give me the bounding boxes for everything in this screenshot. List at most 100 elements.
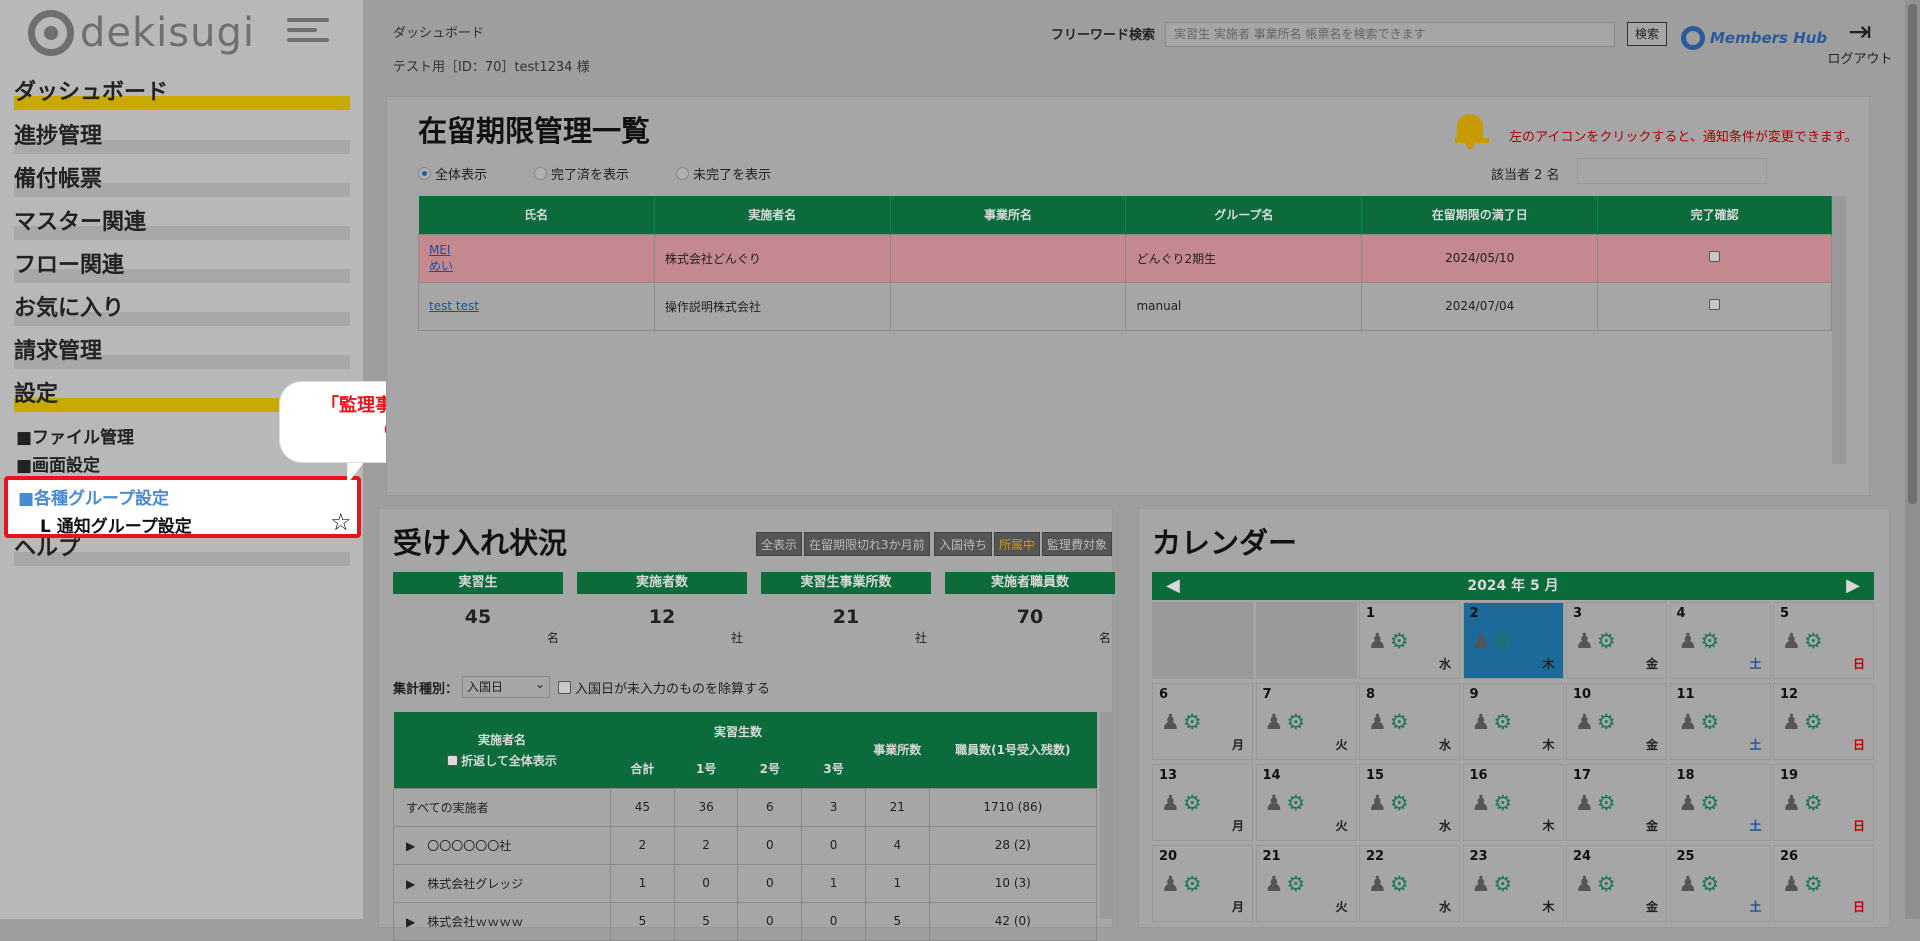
person-gear-icon[interactable]: ♟⚙ (1472, 872, 1516, 896)
person-gear-icon[interactable]: ♟⚙ (1265, 791, 1309, 815)
sub-group-settings[interactable]: ■各種グループ設定 (18, 484, 169, 509)
calendar-day[interactable]: 17 ♟⚙ 金 (1566, 764, 1667, 841)
trainee-link[interactable]: MEI (429, 243, 450, 257)
person-gear-icon[interactable]: ♟⚙ (1472, 791, 1516, 815)
nav-favorites[interactable]: お気に入り (14, 290, 350, 326)
calendar-day[interactable]: 13 ♟⚙ 月 (1152, 764, 1253, 841)
sub-file-management[interactable]: ■ファイル管理 (16, 423, 134, 448)
person-gear-icon[interactable]: ♟⚙ (1679, 872, 1723, 896)
wrap-checkbox[interactable] (447, 754, 459, 766)
intake-scrollbar[interactable] (1100, 712, 1112, 919)
person-gear-icon[interactable]: ♟⚙ (1575, 791, 1619, 815)
members-hub-link[interactable]: Members Hub (1681, 26, 1827, 50)
person-gear-icon[interactable]: ♟⚙ (1575, 710, 1619, 734)
breadcrumb[interactable]: ダッシュボード (393, 22, 484, 41)
calendar-day[interactable]: 14 ♟⚙ 火 (1255, 764, 1357, 841)
sub-notification-group[interactable]: L 通知グループ設定 (40, 512, 192, 537)
person-gear-icon[interactable]: ♟⚙ (1575, 629, 1619, 653)
complete-checkbox[interactable] (1709, 299, 1721, 310)
calendar-day[interactable]: 19 ♟⚙ 日 (1773, 764, 1874, 841)
person-gear-icon[interactable]: ♟⚙ (1679, 710, 1723, 734)
person-gear-icon[interactable]: ♟⚙ (1161, 791, 1205, 815)
table-scrollbar[interactable] (1832, 196, 1846, 464)
radio-all[interactable]: 全体表示 (418, 164, 487, 183)
person-gear-icon[interactable]: ♟⚙ (1575, 872, 1619, 896)
calendar-day[interactable]: 21 ♟⚙ 火 (1255, 845, 1357, 922)
search-button[interactable]: 検索 (1627, 22, 1667, 46)
nav-forms[interactable]: 備付帳票 (14, 161, 350, 197)
exclude-option[interactable]: 入国日が未入力のものを除算する (558, 678, 770, 697)
person-gear-icon[interactable]: ♟⚙ (1782, 629, 1826, 653)
person-gear-icon[interactable]: ♟⚙ (1782, 710, 1826, 734)
calendar-day[interactable]: 11 ♟⚙ 土 (1669, 683, 1771, 760)
person-gear-icon[interactable]: ♟⚙ (1472, 629, 1516, 653)
calendar-day[interactable]: 3 ♟⚙ 金 (1566, 602, 1667, 679)
person-gear-icon[interactable]: ♟⚙ (1368, 872, 1412, 896)
calendar-day[interactable]: 20 ♟⚙ 月 (1152, 845, 1253, 922)
calendar-day[interactable]: 5 ♟⚙ 日 (1773, 602, 1874, 679)
calendar-day[interactable]: 24 ♟⚙ 金 (1566, 845, 1667, 922)
calendar-day[interactable]: 2 ♟⚙ 木 (1462, 602, 1564, 679)
person-gear-icon[interactable]: ♟⚙ (1161, 710, 1205, 734)
complete-checkbox[interactable] (1709, 251, 1721, 262)
star-icon[interactable]: ☆ (330, 508, 352, 536)
calendar-day[interactable]: 22 ♟⚙ 水 (1359, 845, 1460, 922)
bell-icon[interactable] (1455, 114, 1489, 149)
person-gear-icon[interactable]: ♟⚙ (1265, 710, 1309, 734)
table-row[interactable]: ▶ 株式会社グレッジ 1 0 0 1 1 10 (3) (392, 863, 1098, 903)
filter-expiry-3m[interactable]: 在留期限切れ3か月前 (804, 532, 930, 556)
person-gear-icon[interactable]: ♟⚙ (1679, 629, 1723, 653)
person-gear-icon[interactable]: ♟⚙ (1782, 872, 1826, 896)
calendar-day[interactable]: 8 ♟⚙ 水 (1359, 683, 1460, 760)
calendar-day[interactable]: 12 ♟⚙ 日 (1773, 683, 1874, 760)
calendar-day[interactable]: 6 ♟⚙ 月 (1152, 683, 1253, 760)
sub-screen-settings[interactable]: ■画面設定 (16, 451, 100, 476)
calendar-day[interactable]: 1 ♟⚙ 水 (1359, 602, 1460, 679)
calendar-day[interactable]: 7 ♟⚙ 火 (1255, 683, 1357, 760)
radio-completed[interactable]: 完了済を表示 (534, 164, 629, 183)
nav-flow[interactable]: フロー関連 (14, 247, 350, 283)
next-month-icon[interactable]: ▶ (1846, 572, 1860, 600)
calendar-day[interactable]: 4 ♟⚙ 土 (1669, 602, 1771, 679)
person-gear-icon[interactable]: ♟⚙ (1472, 710, 1516, 734)
table-row[interactable]: すべての実施者 45 36 6 3 21 1710 (86) (392, 787, 1098, 827)
scroll-thumb[interactable] (1908, 4, 1917, 504)
nav-billing[interactable]: 請求管理 (14, 333, 350, 369)
person-gear-icon[interactable]: ♟⚙ (1161, 872, 1205, 896)
prev-month-icon[interactable]: ◀ (1166, 572, 1180, 600)
table-row[interactable]: ▶ 〇〇〇〇〇〇社 2 2 0 0 4 28 (2) (392, 825, 1098, 865)
radio-incomplete[interactable]: 未完了を表示 (676, 164, 771, 183)
calendar-day[interactable]: 18 ♟⚙ 土 (1669, 764, 1771, 841)
calendar-day[interactable]: 16 ♟⚙ 木 (1462, 764, 1564, 841)
trainee-link[interactable]: test test (429, 299, 479, 313)
calendar-day[interactable]: 25 ♟⚙ 土 (1669, 845, 1771, 922)
count-input[interactable] (1577, 158, 1767, 184)
filter-all[interactable]: 全表示 (756, 532, 803, 556)
table-row[interactable]: ▶ 株式会社ｗｗｗｗ 5 5 0 0 5 42 (0) (392, 901, 1098, 941)
filter-active[interactable]: 所属中 (994, 532, 1041, 556)
person-gear-icon[interactable]: ♟⚙ (1679, 791, 1723, 815)
agg-select[interactable]: 入国日 (462, 674, 551, 698)
calendar-day[interactable]: 15 ♟⚙ 水 (1359, 764, 1460, 841)
calendar-day[interactable]: 10 ♟⚙ 金 (1566, 683, 1667, 760)
calendar-day[interactable]: 26 ♟⚙ 日 (1773, 845, 1874, 922)
nav-master[interactable]: マスター関連 (14, 204, 350, 240)
person-gear-icon[interactable]: ♟⚙ (1782, 791, 1826, 815)
calendar-day[interactable]: 9 ♟⚙ 木 (1462, 683, 1564, 760)
dekisugi-logo[interactable]: dekisugi (28, 10, 255, 56)
filter-waiting[interactable]: 入国待ち (934, 532, 993, 556)
nav-progress[interactable]: 進捗管理 (14, 118, 350, 154)
filter-fee[interactable]: 監理費対象 (1042, 532, 1113, 556)
search-input[interactable]: 実習生 実施者 事業所名 帳票名を検索できます (1165, 22, 1615, 47)
exclude-checkbox[interactable] (558, 680, 572, 694)
logout-button[interactable]: ⇥ ログアウト (1825, 16, 1895, 68)
person-gear-icon[interactable]: ♟⚙ (1265, 872, 1309, 896)
page-scrollbar[interactable] (1905, 0, 1920, 919)
person-gear-icon[interactable]: ♟⚙ (1368, 791, 1412, 815)
calendar-day[interactable]: 23 ♟⚙ 木 (1462, 845, 1564, 922)
nav-dashboard[interactable]: ダッシュボード (14, 74, 350, 110)
menu-collapse-icon[interactable] (287, 18, 329, 46)
person-gear-icon[interactable]: ♟⚙ (1368, 710, 1412, 734)
person-gear-icon[interactable]: ♟⚙ (1368, 629, 1412, 653)
trainee-link-kana[interactable]: めい (429, 259, 453, 273)
